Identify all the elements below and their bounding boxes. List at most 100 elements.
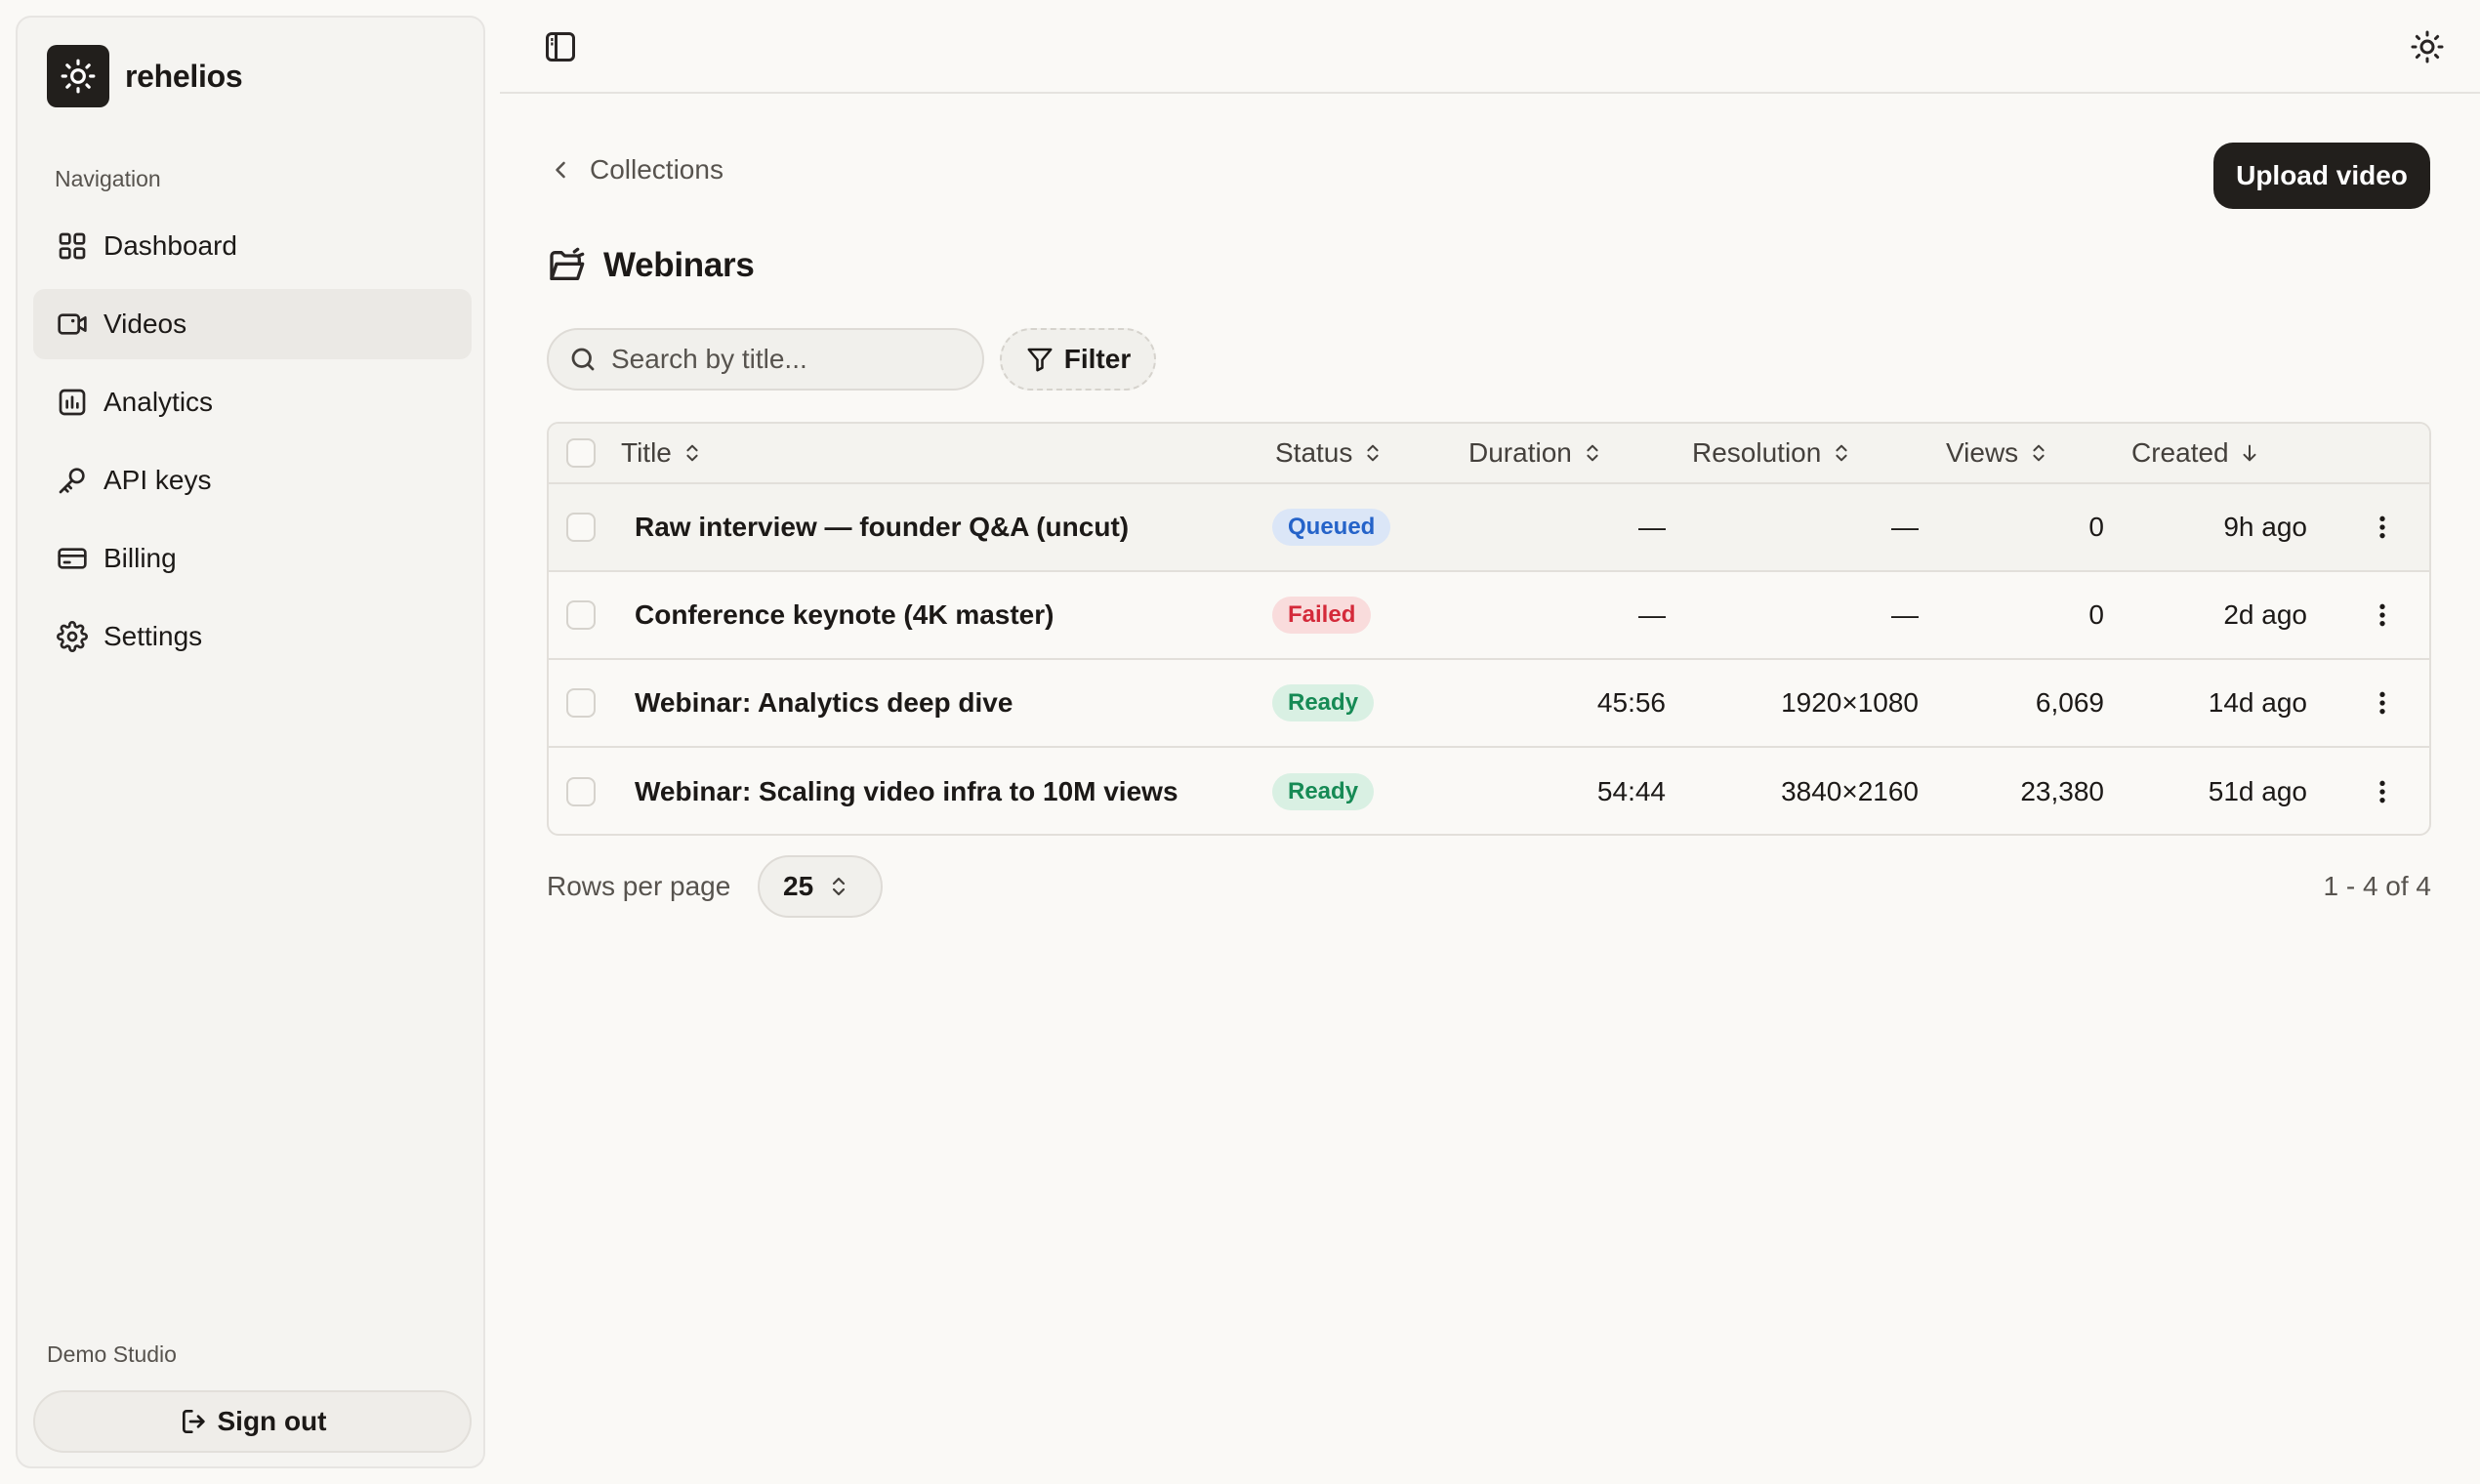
column-label: Resolution bbox=[1692, 437, 1822, 468]
sun-icon[interactable] bbox=[2410, 29, 2445, 64]
duration-cell: 45:56 bbox=[1596, 687, 1666, 718]
status-badge: Ready bbox=[1272, 684, 1375, 721]
select-all-checkbox[interactable] bbox=[566, 438, 596, 468]
more-options-icon[interactable] bbox=[2367, 687, 2398, 719]
key-icon bbox=[57, 465, 88, 496]
sort-icon bbox=[1362, 442, 1384, 464]
sign-out-button[interactable]: Sign out bbox=[33, 1390, 472, 1453]
more-options-icon[interactable] bbox=[2367, 776, 2398, 807]
search-box bbox=[547, 328, 984, 391]
table-row[interactable]: Raw interview — founder Q&A (uncut) Queu… bbox=[549, 484, 2429, 572]
column-label: Duration bbox=[1468, 437, 1572, 468]
sign-out-label: Sign out bbox=[217, 1406, 327, 1436]
search-icon bbox=[568, 345, 598, 374]
sidebar-item-label: Analytics bbox=[103, 387, 214, 417]
video-title[interactable]: Webinar: Analytics deep dive bbox=[635, 660, 1013, 746]
more-options-icon[interactable] bbox=[2367, 512, 2398, 543]
breadcrumb-label: Collections bbox=[590, 154, 723, 185]
more-options-icon[interactable] bbox=[2367, 599, 2398, 631]
created-cell: 51d ago bbox=[2208, 776, 2307, 806]
grid-icon bbox=[57, 230, 88, 262]
page-title: Webinars bbox=[603, 246, 755, 284]
sort-icon bbox=[1582, 442, 1603, 464]
column-header-title[interactable]: Title bbox=[621, 424, 703, 482]
row-checkbox[interactable] bbox=[566, 600, 596, 630]
table-row[interactable]: Webinar: Analytics deep dive Ready 45:56… bbox=[549, 660, 2429, 748]
search-input[interactable] bbox=[611, 344, 982, 375]
sort-icon bbox=[2028, 442, 2049, 464]
sign-out-icon bbox=[179, 1406, 210, 1437]
column-header-status[interactable]: Status bbox=[1275, 424, 1384, 482]
rows-per-page-label: Rows per page bbox=[547, 871, 731, 901]
breadcrumb-back-link[interactable]: Collections bbox=[547, 154, 723, 186]
chart-icon bbox=[57, 387, 88, 418]
resolution-cell: — bbox=[1891, 599, 1919, 630]
filter-label: Filter bbox=[1063, 344, 1132, 374]
sidebar-item-dashboard[interactable]: Dashboard bbox=[33, 211, 472, 281]
sidebar-item-label: Dashboard bbox=[103, 230, 237, 261]
video-title[interactable]: Webinar: Scaling video infra to 10M view… bbox=[635, 748, 1178, 834]
created-cell: 9h ago bbox=[2223, 512, 2307, 542]
created-cell: 2d ago bbox=[2223, 599, 2307, 630]
brand-name: rehelios bbox=[125, 58, 243, 94]
column-header-created[interactable]: Created bbox=[2131, 424, 2260, 482]
column-label: Created bbox=[2131, 437, 2229, 468]
videos-table: Title Status Duration Resolution Views C… bbox=[547, 422, 2431, 836]
filter-button[interactable]: Filter bbox=[1000, 328, 1156, 391]
sidebar: rehelios Navigation Dashboard Videos Ana… bbox=[16, 16, 485, 1468]
created-cell: 14d ago bbox=[2208, 687, 2307, 718]
rows-per-page-select[interactable]: 25 bbox=[758, 855, 883, 918]
brand[interactable]: rehelios bbox=[47, 45, 243, 107]
column-header-resolution[interactable]: Resolution bbox=[1692, 424, 1852, 482]
row-checkbox[interactable] bbox=[566, 688, 596, 718]
sidebar-item-videos[interactable]: Videos bbox=[33, 289, 472, 359]
brand-logo bbox=[47, 45, 109, 107]
video-title[interactable]: Raw interview — founder Q&A (uncut) bbox=[635, 484, 1129, 570]
sidebar-item-label: Videos bbox=[103, 309, 187, 339]
sidebar-item-settings[interactable]: Settings bbox=[33, 601, 472, 672]
video-icon bbox=[57, 309, 88, 340]
sidebar-item-analytics[interactable]: Analytics bbox=[33, 367, 472, 437]
sidebar-toggle-icon[interactable] bbox=[543, 29, 578, 64]
sort-icon bbox=[1831, 442, 1852, 464]
status-badge: Ready bbox=[1272, 773, 1375, 810]
row-checkbox[interactable] bbox=[566, 513, 596, 542]
row-checkbox[interactable] bbox=[566, 777, 596, 806]
table-row[interactable]: Conference keynote (4K master) Failed — … bbox=[549, 572, 2429, 660]
pagination-summary: 1 - 4 of 4 bbox=[2323, 871, 2431, 901]
status-badge: Queued bbox=[1272, 509, 1391, 546]
upload-video-button[interactable]: Upload video bbox=[2213, 143, 2430, 209]
rows-per-page-value: 25 bbox=[783, 871, 814, 901]
sidebar-item-billing[interactable]: Billing bbox=[33, 523, 472, 594]
sidebar-item-api-keys[interactable]: API keys bbox=[33, 445, 472, 515]
column-label: Views bbox=[1946, 437, 2019, 468]
top-bar bbox=[500, 0, 2480, 94]
gear-icon bbox=[57, 621, 88, 652]
column-label: Title bbox=[621, 437, 672, 468]
page-heading: Webinars bbox=[547, 246, 755, 285]
sort-icon bbox=[682, 442, 703, 464]
credit-card-icon bbox=[57, 543, 88, 574]
nav-section-label: Navigation bbox=[55, 166, 161, 191]
resolution-cell: 1920×1080 bbox=[1781, 687, 1919, 718]
sidebar-item-label: Billing bbox=[103, 543, 177, 573]
column-label: Status bbox=[1275, 437, 1353, 468]
duration-cell: — bbox=[1638, 599, 1666, 630]
views-cell: 23,380 bbox=[2020, 776, 2104, 806]
filter-icon bbox=[1025, 345, 1054, 374]
sun-icon bbox=[60, 58, 97, 95]
resolution-cell: 3840×2160 bbox=[1781, 776, 1919, 806]
table-header: Title Status Duration Resolution Views C… bbox=[549, 424, 2429, 484]
table-row[interactable]: Webinar: Scaling video infra to 10M view… bbox=[549, 748, 2429, 834]
chevron-left-icon bbox=[547, 156, 574, 184]
workspace-name: Demo Studio bbox=[47, 1341, 177, 1367]
duration-cell: 54:44 bbox=[1596, 776, 1666, 806]
column-header-views[interactable]: Views bbox=[1946, 424, 2049, 482]
views-cell: 6,069 bbox=[2035, 687, 2104, 718]
sidebar-item-label: Settings bbox=[103, 621, 203, 651]
resolution-cell: — bbox=[1891, 512, 1919, 542]
folder-open-icon bbox=[547, 246, 586, 285]
video-title[interactable]: Conference keynote (4K master) bbox=[635, 572, 1054, 658]
column-header-duration[interactable]: Duration bbox=[1468, 424, 1603, 482]
arrow-down-icon bbox=[2239, 442, 2260, 464]
